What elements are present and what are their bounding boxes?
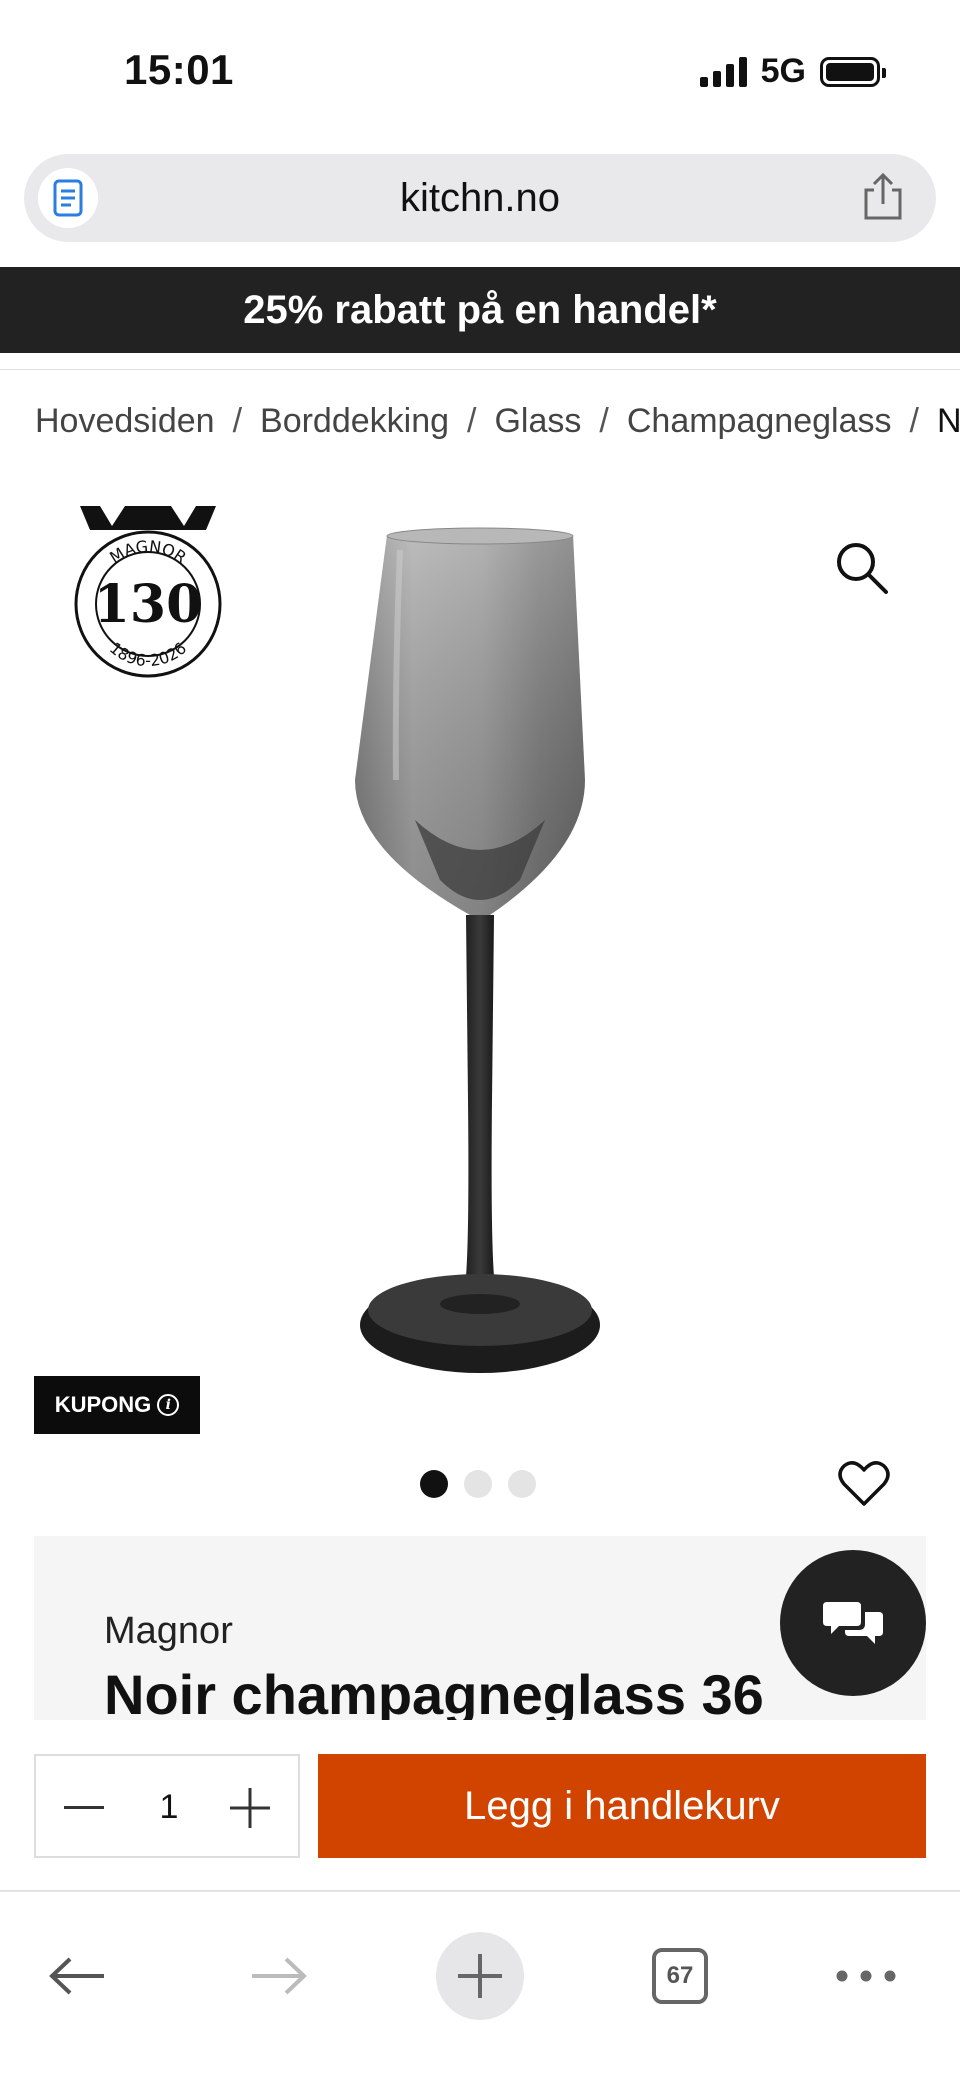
breadcrumb-glass[interactable]: Glass: [494, 402, 581, 441]
heart-icon[interactable]: [838, 1460, 890, 1508]
more-icon[interactable]: [822, 1932, 910, 2020]
svg-text:1896-2026: 1896-2026: [106, 638, 190, 670]
plus-icon[interactable]: [436, 1932, 524, 2020]
logo-brand: MAGNOR: [106, 537, 190, 568]
svg-text:MAGNOR: MAGNOR: [106, 537, 190, 568]
search-icon[interactable]: [834, 540, 890, 596]
chat-button[interactable]: [780, 1550, 926, 1696]
plus-icon[interactable]: [220, 1778, 280, 1838]
carousel-dot-2[interactable]: [464, 1470, 492, 1498]
arrow-left-icon[interactable]: [34, 1932, 122, 2020]
arrow-right-icon[interactable]: [234, 1932, 322, 2020]
tab-count: 67: [652, 1948, 708, 2004]
carousel-dot-1[interactable]: [420, 1470, 448, 1498]
image-carousel-dots: [420, 1470, 536, 1498]
breadcrumb-separator: /: [467, 402, 477, 440]
coupon-badge[interactable]: KUPONG i: [34, 1376, 200, 1434]
minus-icon[interactable]: [54, 1778, 114, 1838]
product-image[interactable]: [340, 520, 620, 1400]
breadcrumb-separator: /: [232, 402, 243, 440]
info-icon[interactable]: i: [157, 1394, 180, 1416]
product-brand[interactable]: Magnor: [104, 1610, 233, 1653]
quantity-stepper: 1: [34, 1754, 300, 1858]
add-to-cart-button[interactable]: Legg i handlekurv: [318, 1754, 926, 1858]
breadcrumb-borddekking[interactable]: Borddekking: [260, 402, 449, 441]
product-title: Noir champagneglass 36: [104, 1663, 764, 1720]
logo-number: 130: [94, 574, 203, 635]
carousel-dot-3[interactable]: [508, 1470, 536, 1498]
tabs-icon[interactable]: 67: [636, 1932, 724, 2020]
chat-icon: [823, 1602, 883, 1644]
breadcrumb-current: N: [936, 402, 960, 440]
breadcrumb-separator: /: [599, 402, 609, 440]
breadcrumb-clip: Hovedsiden / Borddekking / Glass / Champ…: [0, 0, 960, 480]
logo-years: 1896-2026: [106, 638, 190, 670]
breadcrumb-separator: /: [909, 402, 919, 440]
quantity-value[interactable]: 1: [136, 1788, 202, 1827]
breadcrumb-home[interactable]: Hovedsiden: [35, 402, 215, 441]
breadcrumb-champagneglass[interactable]: Champagneglass: [627, 402, 892, 441]
coupon-label: KUPONG: [54, 1392, 152, 1417]
browser-toolbar: 67: [0, 1890, 960, 2081]
magnor-anniversary-logo: MAGNOR 1896-2026 130: [70, 500, 226, 680]
breadcrumb: Hovedsiden / Borddekking / Glass / Champ…: [35, 402, 960, 441]
